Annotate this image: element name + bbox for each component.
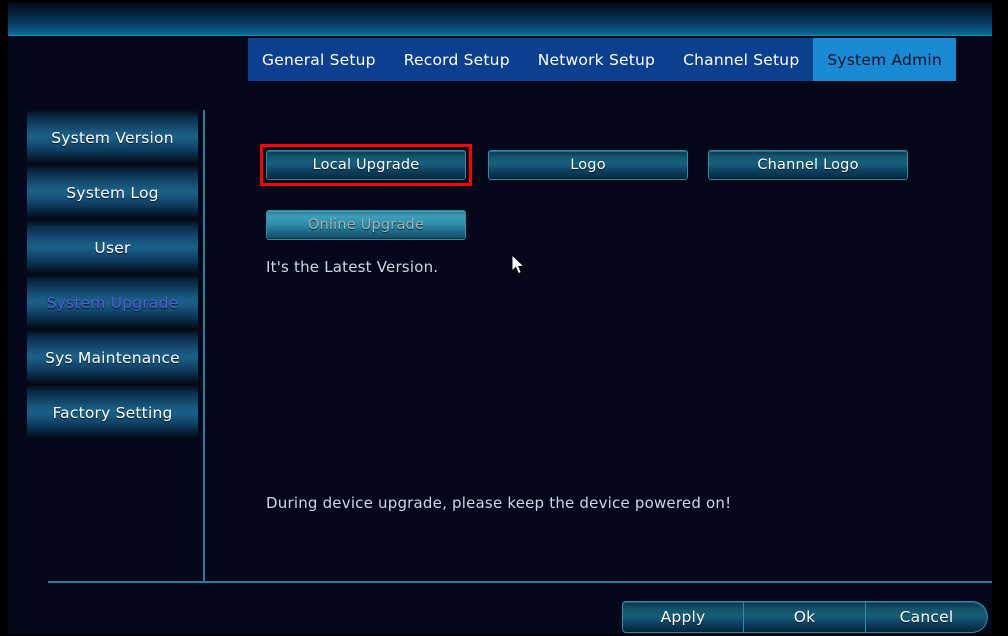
- sidebar-item-sys-maintenance[interactable]: Sys Maintenance: [27, 330, 198, 385]
- button-label: Ok: [793, 608, 816, 626]
- logo-button[interactable]: Logo: [488, 150, 688, 180]
- power-notice-text: During device upgrade, please keep the d…: [266, 494, 732, 512]
- tab-label: Record Setup: [403, 50, 510, 69]
- apply-button[interactable]: Apply: [622, 601, 744, 633]
- tab-label: Network Setup: [537, 50, 656, 69]
- sidebar-item-label: System Upgrade: [46, 293, 179, 312]
- button-label: Channel Logo: [757, 157, 859, 173]
- title-bar: [8, 2, 992, 36]
- local-upgrade-button[interactable]: Local Upgrade: [266, 150, 466, 180]
- tab-bar: General Setup Record Setup Network Setup…: [248, 38, 956, 81]
- button-label: Apply: [660, 608, 706, 626]
- sidebar-item-label: Sys Maintenance: [45, 348, 180, 367]
- sidebar-item-label: User: [94, 238, 131, 257]
- footer-button-bar: Apply Ok Cancel: [622, 601, 988, 633]
- system-upgrade-panel: Local Upgrade Logo Channel Logo Online U…: [204, 92, 992, 580]
- sidebar-item-user[interactable]: User: [27, 220, 198, 275]
- button-label: Logo: [570, 157, 606, 173]
- ok-button[interactable]: Ok: [744, 601, 866, 633]
- button-label: Cancel: [899, 608, 954, 626]
- version-status-text: It's the Latest Version.: [266, 258, 439, 276]
- channel-logo-button[interactable]: Channel Logo: [708, 150, 908, 180]
- sidebar-item-system-version[interactable]: System Version: [27, 110, 198, 165]
- button-label: Online Upgrade: [307, 217, 425, 233]
- tab-label: System Admin: [827, 50, 942, 69]
- tab-general-setup[interactable]: General Setup: [248, 38, 390, 81]
- screen-body: General Setup Record Setup Network Setup…: [8, 2, 992, 634]
- footer-divider: [48, 581, 992, 583]
- sidebar-item-system-log[interactable]: System Log: [27, 165, 198, 220]
- sidebar-item-factory-setting[interactable]: Factory Setting: [27, 385, 198, 440]
- tab-system-admin[interactable]: System Admin: [813, 38, 956, 81]
- sidebar-item-label: System Version: [51, 128, 174, 147]
- tab-record-setup[interactable]: Record Setup: [389, 38, 524, 81]
- tab-label: General Setup: [262, 50, 376, 69]
- sidebar-item-label: Factory Setting: [52, 403, 173, 422]
- dvr-settings-window: General Setup Record Setup Network Setup…: [0, 0, 1008, 636]
- button-label: Local Upgrade: [312, 157, 420, 173]
- sidebar: System Version System Log User System Up…: [27, 110, 198, 440]
- tab-network-setup[interactable]: Network Setup: [523, 38, 670, 81]
- online-upgrade-button: Online Upgrade: [266, 210, 466, 240]
- tab-label: Channel Setup: [683, 50, 800, 69]
- sidebar-item-label: System Log: [66, 183, 159, 202]
- sidebar-item-system-upgrade[interactable]: System Upgrade: [27, 275, 198, 330]
- tab-channel-setup[interactable]: Channel Setup: [669, 38, 814, 81]
- cancel-button[interactable]: Cancel: [866, 601, 988, 633]
